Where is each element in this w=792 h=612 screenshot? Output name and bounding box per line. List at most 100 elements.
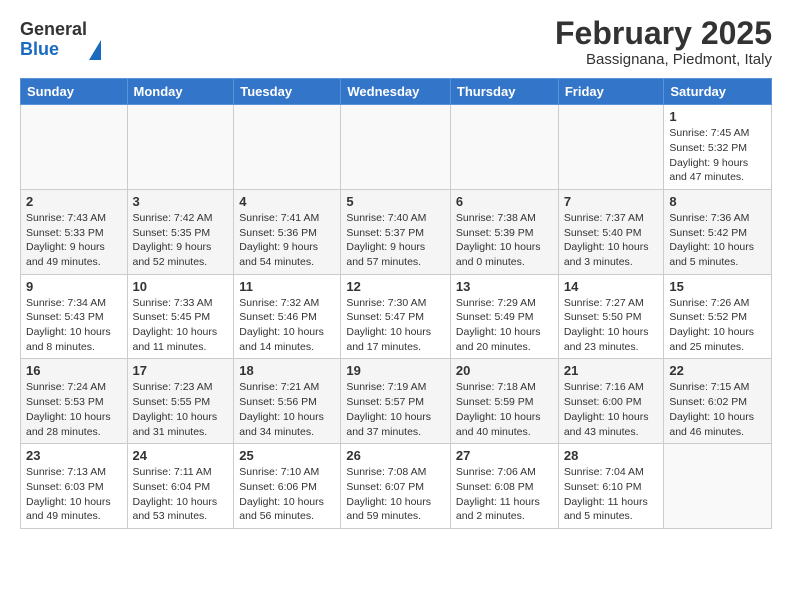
day-number-4: 4: [239, 194, 335, 209]
cell-w5-d5: 27 Sunrise: 7:06 AM Sunset: 6:08 PM Dayli…: [450, 444, 558, 529]
cell-w5-d2: 24Sunrise: 7:11 AM Sunset: 6:04 PM Dayli…: [127, 444, 234, 529]
calendar-header-row: Sunday Monday Tuesday Wednesday Thursday…: [21, 79, 772, 105]
logo-icon: General Blue: [20, 20, 101, 60]
cell-w1-d3: [234, 105, 341, 190]
day-number-9: 9: [26, 279, 122, 294]
day-info-25: Sunrise: 7:10 AM Sunset: 6:06 PM Dayligh…: [239, 465, 335, 524]
cell-w5-d6: 28 Sunrise: 7:04 AM Sunset: 6:10 PM Dayli…: [558, 444, 664, 529]
cell-w4-d4: 19 Sunrise: 7:19 AM Sunset: 5:57 PM Dayli…: [341, 359, 451, 444]
day-info-1: Sunrise: 7:45 AM Sunset: 5:32 PM Dayligh…: [669, 126, 766, 185]
cell-w4-d3: 18 Sunrise: 7:21 AM Sunset: 5:56 PM Dayli…: [234, 359, 341, 444]
cell-w4-d6: 21 Sunrise: 7:16 AM Sunset: 6:00 PM Dayli…: [558, 359, 664, 444]
day-number-27: 27: [456, 448, 553, 463]
day-number-24: 24: [133, 448, 229, 463]
day-number-12: 12: [346, 279, 445, 294]
day-info-22: Sunrise: 7:15 AM Sunset: 6:02 PM Dayligh…: [669, 380, 766, 439]
day-info-13: Sunrise: 7:29 AM Sunset: 5:49 PM Dayligh…: [456, 296, 553, 355]
cell-w1-d2: [127, 105, 234, 190]
day-info-8: Sunrise: 7:36 AM Sunset: 5:42 PM Dayligh…: [669, 211, 766, 270]
day-number-26: 26: [346, 448, 445, 463]
day-info-2: Sunrise: 7:43 AM Sunset: 5:33 PM Dayligh…: [26, 211, 122, 270]
day-info-7: Sunrise: 7:37 AM Sunset: 5:40 PM Dayligh…: [564, 211, 659, 270]
day-number-19: 19: [346, 363, 445, 378]
day-info-20: Sunrise: 7:18 AM Sunset: 5:59 PM Dayligh…: [456, 380, 553, 439]
day-number-1: 1: [669, 109, 766, 124]
day-info-6: Sunrise: 7:38 AM Sunset: 5:39 PM Dayligh…: [456, 211, 553, 270]
day-info-3: Sunrise: 7:42 AM Sunset: 5:35 PM Dayligh…: [133, 211, 229, 270]
day-info-17: Sunrise: 7:23 AM Sunset: 5:55 PM Dayligh…: [133, 380, 229, 439]
day-info-10: Sunrise: 7:33 AM Sunset: 5:45 PM Dayligh…: [133, 296, 229, 355]
cell-w3-d2: 10Sunrise: 7:33 AM Sunset: 5:45 PM Dayli…: [127, 274, 234, 359]
cell-w3-d3: 11Sunrise: 7:32 AM Sunset: 5:46 PM Dayli…: [234, 274, 341, 359]
day-info-14: Sunrise: 7:27 AM Sunset: 5:50 PM Dayligh…: [564, 296, 659, 355]
day-info-9: Sunrise: 7:34 AM Sunset: 5:43 PM Dayligh…: [26, 296, 122, 355]
col-sunday: Sunday: [21, 79, 128, 105]
day-info-21: Sunrise: 7:16 AM Sunset: 6:00 PM Dayligh…: [564, 380, 659, 439]
day-number-23: 23: [26, 448, 122, 463]
cell-w1-d7: 1 Sunrise: 7:45 AM Sunset: 5:32 PM Daylig…: [664, 105, 772, 190]
day-number-20: 20: [456, 363, 553, 378]
cell-w5-d3: 25 Sunrise: 7:10 AM Sunset: 6:06 PM Dayli…: [234, 444, 341, 529]
day-info-18: Sunrise: 7:21 AM Sunset: 5:56 PM Dayligh…: [239, 380, 335, 439]
day-number-25: 25: [239, 448, 335, 463]
day-number-14: 14: [564, 279, 659, 294]
day-info-11: Sunrise: 7:32 AM Sunset: 5:46 PM Dayligh…: [239, 296, 335, 355]
day-info-27: Sunrise: 7:06 AM Sunset: 6:08 PM Dayligh…: [456, 465, 553, 524]
day-info-5: Sunrise: 7:40 AM Sunset: 5:37 PM Dayligh…: [346, 211, 445, 270]
day-info-4: Sunrise: 7:41 AM Sunset: 5:36 PM Dayligh…: [239, 211, 335, 270]
col-wednesday: Wednesday: [341, 79, 451, 105]
cell-w3-d7: 15 Sunrise: 7:26 AM Sunset: 5:52 PM Dayli…: [664, 274, 772, 359]
logo-blue: Blue: [20, 40, 87, 60]
week-row-5: 23Sunrise: 7:13 AM Sunset: 6:03 PM Dayli…: [21, 444, 772, 529]
cell-w3-d6: 14 Sunrise: 7:27 AM Sunset: 5:50 PM Dayli…: [558, 274, 664, 359]
day-number-5: 5: [346, 194, 445, 209]
cell-w5-d7: [664, 444, 772, 529]
calendar-title: February 2025: [555, 16, 772, 51]
day-number-17: 17: [133, 363, 229, 378]
cell-w2-d5: 6Sunrise: 7:38 AM Sunset: 5:39 PM Daylig…: [450, 189, 558, 274]
day-info-16: Sunrise: 7:24 AM Sunset: 5:53 PM Dayligh…: [26, 380, 122, 439]
col-friday: Friday: [558, 79, 664, 105]
day-number-8: 8: [669, 194, 766, 209]
day-number-7: 7: [564, 194, 659, 209]
day-number-28: 28: [564, 448, 659, 463]
day-number-3: 3: [133, 194, 229, 209]
cell-w4-d2: 17 Sunrise: 7:23 AM Sunset: 5:55 PM Dayli…: [127, 359, 234, 444]
logo-triangle-icon: [89, 40, 101, 60]
cell-w1-d1: [21, 105, 128, 190]
calendar-table: Sunday Monday Tuesday Wednesday Thursday…: [20, 78, 772, 529]
cell-w2-d6: 7 Sunrise: 7:37 AM Sunset: 5:40 PM Daylig…: [558, 189, 664, 274]
week-row-1: 1 Sunrise: 7:45 AM Sunset: 5:32 PM Daylig…: [21, 105, 772, 190]
cell-w1-d6: [558, 105, 664, 190]
cell-w2-d7: 8 Sunrise: 7:36 AM Sunset: 5:42 PM Daylig…: [664, 189, 772, 274]
col-tuesday: Tuesday: [234, 79, 341, 105]
calendar-subtitle: Bassignana, Piedmont, Italy: [555, 51, 772, 68]
cell-w2-d1: 2Sunrise: 7:43 AM Sunset: 5:33 PM Daylig…: [21, 189, 128, 274]
week-row-3: 9 Sunrise: 7:34 AM Sunset: 5:43 PM Daylig…: [21, 274, 772, 359]
day-number-22: 22: [669, 363, 766, 378]
cell-w1-d5: [450, 105, 558, 190]
day-info-28: Sunrise: 7:04 AM Sunset: 6:10 PM Dayligh…: [564, 465, 659, 524]
week-row-2: 2Sunrise: 7:43 AM Sunset: 5:33 PM Daylig…: [21, 189, 772, 274]
day-number-15: 15: [669, 279, 766, 294]
col-monday: Monday: [127, 79, 234, 105]
cell-w3-d1: 9 Sunrise: 7:34 AM Sunset: 5:43 PM Daylig…: [21, 274, 128, 359]
day-info-15: Sunrise: 7:26 AM Sunset: 5:52 PM Dayligh…: [669, 296, 766, 355]
logo-general: General: [20, 20, 87, 40]
cell-w4-d7: 22 Sunrise: 7:15 AM Sunset: 6:02 PM Dayli…: [664, 359, 772, 444]
col-thursday: Thursday: [450, 79, 558, 105]
day-number-18: 18: [239, 363, 335, 378]
day-number-21: 21: [564, 363, 659, 378]
cell-w2-d3: 4 Sunrise: 7:41 AM Sunset: 5:36 PM Daylig…: [234, 189, 341, 274]
cell-w4-d5: 20 Sunrise: 7:18 AM Sunset: 5:59 PM Dayli…: [450, 359, 558, 444]
day-info-19: Sunrise: 7:19 AM Sunset: 5:57 PM Dayligh…: [346, 380, 445, 439]
cell-w5-d1: 23Sunrise: 7:13 AM Sunset: 6:03 PM Dayli…: [21, 444, 128, 529]
day-number-13: 13: [456, 279, 553, 294]
day-info-12: Sunrise: 7:30 AM Sunset: 5:47 PM Dayligh…: [346, 296, 445, 355]
logo-text: General Blue: [20, 20, 87, 60]
col-saturday: Saturday: [664, 79, 772, 105]
header: General Blue February 2025 Bassignana, P…: [20, 16, 772, 68]
day-info-26: Sunrise: 7:08 AM Sunset: 6:07 PM Dayligh…: [346, 465, 445, 524]
cell-w3-d5: 13 Sunrise: 7:29 AM Sunset: 5:49 PM Dayli…: [450, 274, 558, 359]
cell-w1-d4: [341, 105, 451, 190]
